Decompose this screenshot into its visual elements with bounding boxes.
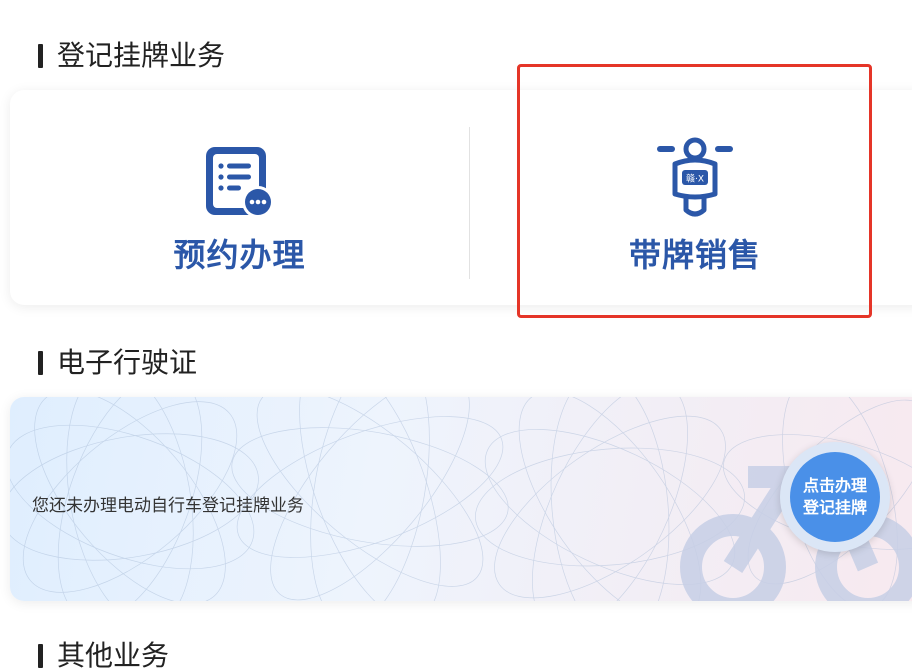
section-title-license: 电子行驶证: [38, 349, 197, 377]
appointment-label: 预约办理: [173, 236, 306, 274]
section-title-text: 电子行驶证: [57, 346, 198, 379]
section-title-text: 登记挂牌业务: [57, 39, 226, 72]
section-title-other: 其他业务: [38, 642, 169, 670]
section-title-registration: 登记挂牌业务: [38, 42, 225, 70]
e-license-card: 您还未办理电动自行车登记挂牌业务 点击办理 登记挂牌: [10, 397, 912, 601]
section-title-text: 其他业务: [57, 639, 170, 672]
apply-registration-button[interactable]: 点击办理 登记挂牌: [780, 442, 890, 552]
title-bar: [38, 44, 43, 68]
license-status-text: 您还未办理电动自行车登记挂牌业务: [32, 496, 304, 516]
action-label-line2: 登记挂牌: [802, 498, 867, 517]
plate-sale-label: 带牌销售: [628, 236, 761, 274]
svg-text:赣·X: 赣·X: [686, 173, 704, 185]
title-bar: [38, 644, 43, 668]
scooter-plate-icon: 赣·X: [657, 137, 733, 217]
document-list-icon: [205, 147, 274, 218]
appointment-service-button[interactable]: 预约办理: [10, 90, 469, 305]
title-bar: [38, 351, 43, 375]
registration-card: 预约办理 赣·X 带牌销售: [10, 90, 912, 305]
action-label-line1: 点击办理: [802, 476, 867, 495]
plate-sale-service-button[interactable]: 赣·X 带牌销售: [470, 90, 912, 305]
